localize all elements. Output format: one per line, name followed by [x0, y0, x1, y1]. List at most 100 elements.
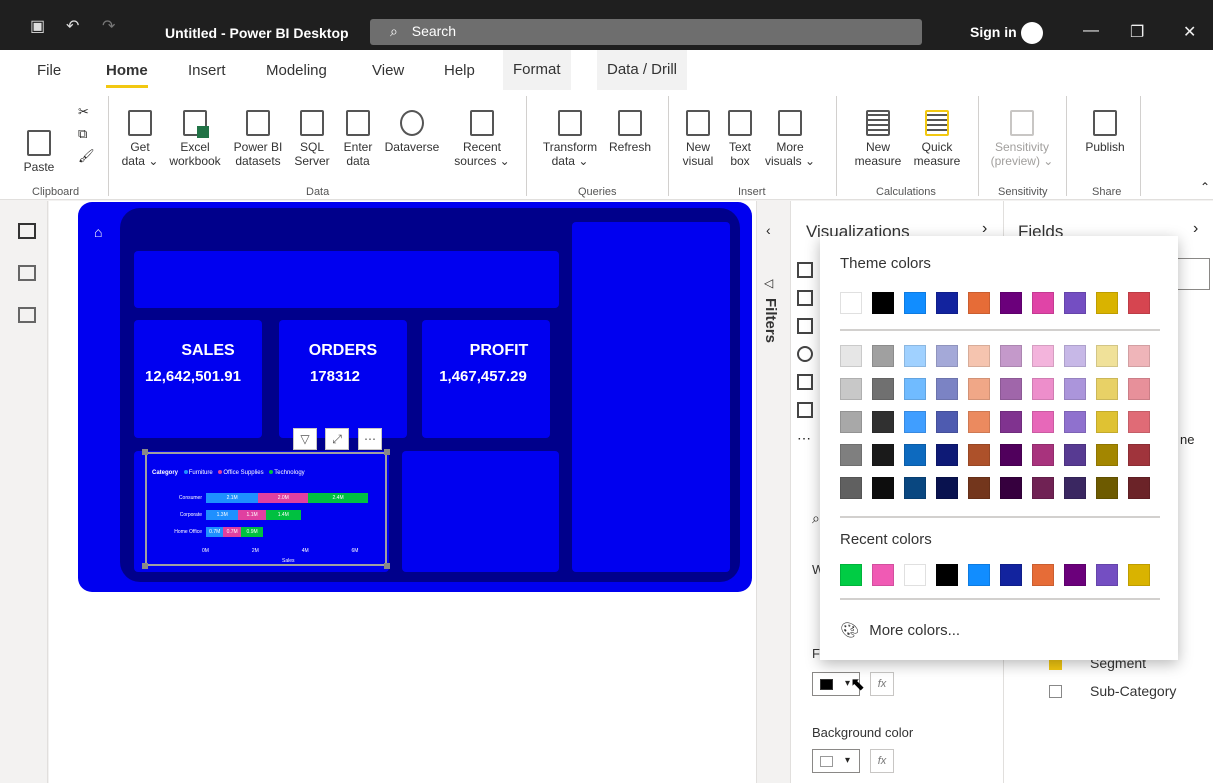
chevron-right-icon[interactable]: › — [1193, 220, 1198, 238]
shade-color-swatch[interactable] — [968, 477, 990, 499]
filters-label[interactable]: Filters — [762, 298, 779, 343]
fx-button[interactable]: fx — [870, 749, 894, 773]
shade-color-swatch[interactable] — [1032, 378, 1054, 400]
shade-color-swatch[interactable] — [904, 411, 926, 433]
theme-color-swatch[interactable] — [1032, 292, 1054, 314]
publish-button[interactable]: Publish — [1080, 110, 1130, 154]
tab-view[interactable]: View — [372, 62, 404, 79]
tab-home[interactable]: Home — [106, 62, 148, 88]
format-painter-icon[interactable]: 🖌 — [78, 148, 95, 164]
account-avatar[interactable] — [1021, 22, 1043, 44]
field-sub-category[interactable]: Sub-Category — [1090, 683, 1176, 699]
bar-segment[interactable]: 1.4M — [265, 510, 301, 520]
save-icon[interactable]: ▣ — [30, 16, 45, 36]
shade-color-swatch[interactable] — [1096, 378, 1118, 400]
recent-color-swatch[interactable] — [1064, 564, 1086, 586]
shade-color-swatch[interactable] — [1128, 444, 1150, 466]
copy-icon[interactable]: ⧉ — [78, 126, 87, 142]
shade-color-swatch[interactable] — [1128, 345, 1150, 367]
shade-color-swatch[interactable] — [1064, 411, 1086, 433]
dataverse-button[interactable]: Dataverse — [380, 110, 444, 154]
theme-color-swatch[interactable] — [968, 292, 990, 314]
resize-handle[interactable] — [142, 449, 148, 455]
collapse-ribbon-icon[interactable]: ⌃ — [1200, 180, 1210, 194]
undo-icon[interactable]: ↶ — [66, 16, 79, 36]
recent-color-swatch[interactable] — [1096, 564, 1118, 586]
shade-color-swatch[interactable] — [936, 345, 958, 367]
recent-color-swatch[interactable] — [1000, 564, 1022, 586]
bar-segment[interactable]: 1.1M — [238, 510, 266, 520]
shade-color-swatch[interactable] — [936, 378, 958, 400]
shade-color-swatch[interactable] — [1000, 345, 1022, 367]
shade-color-swatch[interactable] — [872, 477, 894, 499]
shade-color-swatch[interactable] — [904, 444, 926, 466]
more-options-icon[interactable]: ⋯ — [358, 428, 382, 450]
shade-color-swatch[interactable] — [968, 378, 990, 400]
empty-tile[interactable] — [402, 451, 559, 572]
bar-segment[interactable]: 1.3M — [206, 510, 239, 520]
decomposition-tree-icon[interactable] — [797, 402, 813, 418]
new-measure-button[interactable]: New measure — [848, 110, 908, 168]
excel-workbook-button[interactable]: Excel workbook — [166, 110, 224, 168]
shade-color-swatch[interactable] — [840, 345, 862, 367]
bar-segment[interactable]: 2.1M — [206, 493, 259, 503]
quick-measure-button[interactable]: Quick measure — [906, 110, 968, 168]
minimize-button[interactable]: — — [1083, 22, 1099, 40]
get-data-button[interactable]: Get data ⌄ — [118, 110, 162, 168]
filter-icon[interactable]: ▽ — [293, 428, 317, 450]
resize-handle[interactable] — [142, 563, 148, 569]
shade-color-swatch[interactable] — [1032, 411, 1054, 433]
bar-segment[interactable]: 2.4M — [308, 493, 368, 503]
shade-color-swatch[interactable] — [1064, 477, 1086, 499]
close-button[interactable]: ✕ — [1183, 22, 1196, 42]
globe-icon[interactable] — [797, 346, 813, 362]
shade-color-swatch[interactable] — [1032, 477, 1054, 499]
shade-color-swatch[interactable] — [904, 345, 926, 367]
sign-in-link[interactable]: Sign in — [970, 24, 1017, 40]
side-tile[interactable] — [572, 222, 730, 572]
shade-color-swatch[interactable] — [1096, 477, 1118, 499]
resize-handle[interactable] — [384, 563, 390, 569]
tab-file[interactable]: File — [37, 62, 61, 79]
shade-color-swatch[interactable] — [936, 477, 958, 499]
cut-icon[interactable]: ✂ — [78, 104, 89, 120]
shade-color-swatch[interactable] — [872, 444, 894, 466]
tab-help[interactable]: Help — [444, 62, 475, 79]
refresh-button[interactable]: Refresh — [604, 110, 656, 154]
shade-color-swatch[interactable] — [1032, 345, 1054, 367]
fx-button[interactable]: fx — [870, 672, 894, 696]
shade-color-swatch[interactable] — [904, 378, 926, 400]
background-color-dropdown[interactable]: ▾ — [812, 749, 860, 773]
home-icon[interactable]: ⌂ — [94, 224, 102, 240]
recent-color-swatch[interactable] — [1032, 564, 1054, 586]
sql-server-button[interactable]: SQL Server — [292, 110, 332, 168]
paste-button[interactable]: Paste — [22, 130, 56, 174]
shade-color-swatch[interactable] — [968, 411, 990, 433]
bar-segment[interactable]: 0.7M — [206, 527, 224, 537]
sub-category-checkbox[interactable] — [1049, 685, 1062, 698]
shade-color-swatch[interactable] — [1128, 477, 1150, 499]
tab-format[interactable]: Format — [503, 50, 571, 90]
shade-color-swatch[interactable] — [1128, 411, 1150, 433]
recent-color-swatch[interactable] — [840, 564, 862, 586]
redo-icon[interactable]: ↷ — [102, 16, 115, 36]
shade-color-swatch[interactable] — [904, 477, 926, 499]
shade-color-swatch[interactable] — [840, 444, 862, 466]
focus-mode-icon[interactable]: ⤢ — [325, 428, 349, 450]
tab-modeling[interactable]: Modeling — [266, 62, 327, 79]
more-visuals-icon[interactable]: ⋯ — [797, 430, 811, 447]
report-view-icon[interactable] — [18, 223, 36, 239]
theme-color-swatch[interactable] — [1000, 292, 1022, 314]
model-view-icon[interactable] — [18, 307, 36, 323]
shade-color-swatch[interactable] — [1096, 345, 1118, 367]
shade-color-swatch[interactable] — [1064, 378, 1086, 400]
theme-color-swatch[interactable] — [1128, 292, 1150, 314]
matrix-icon[interactable] — [797, 318, 813, 334]
shade-color-swatch[interactable] — [968, 444, 990, 466]
shade-color-swatch[interactable] — [840, 477, 862, 499]
resize-handle[interactable] — [384, 449, 390, 455]
powerbi-datasets-button[interactable]: Power BI datasets — [229, 110, 287, 168]
recent-sources-button[interactable]: Recent sources ⌄ — [450, 110, 514, 168]
shade-color-swatch[interactable] — [840, 378, 862, 400]
shade-color-swatch[interactable] — [1128, 378, 1150, 400]
